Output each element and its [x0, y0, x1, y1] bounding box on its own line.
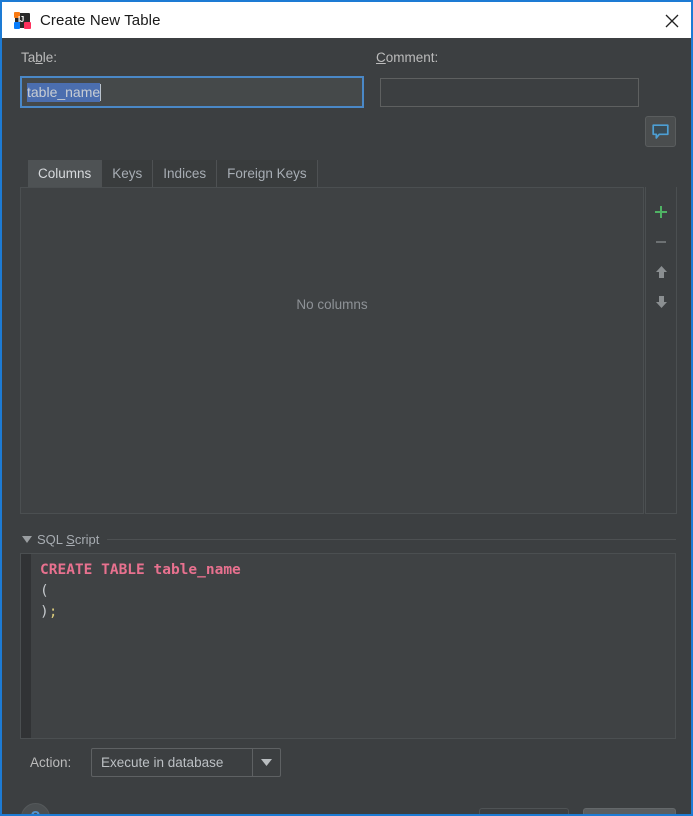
arrow-down-icon[interactable] — [647, 287, 675, 317]
action-dropdown[interactable]: Execute in database — [91, 748, 281, 777]
sql-line-1: CREATE TABLE table_name — [40, 562, 241, 578]
table-name-value: table_name — [27, 82, 101, 102]
title-bar: IJ Create New Table — [2, 0, 691, 40]
table-name-input[interactable]: table_name — [20, 76, 364, 108]
create-new-table-dialog: IJ Create New Table Table: Comment: tabl… — [0, 0, 693, 816]
comment-label: Comment: — [376, 50, 439, 65]
tab-indices[interactable]: Indices — [153, 160, 218, 187]
sql-line-3-paren: ) — [40, 604, 49, 620]
comment-input[interactable] — [380, 78, 639, 107]
close-icon[interactable] — [649, 2, 691, 40]
action-selected-value: Execute in database — [101, 755, 224, 770]
minus-icon — [647, 227, 675, 257]
comment-bubble-icon[interactable] — [645, 116, 676, 147]
tab-keys[interactable]: Keys — [102, 160, 154, 187]
tab-columns[interactable]: Columns — [28, 160, 103, 187]
dialog-body: Table: Comment: table_name Columns Keys … — [2, 38, 691, 814]
execute-button[interactable]: Execute — [479, 808, 569, 814]
tab-foreign-keys[interactable]: Foreign Keys — [217, 160, 318, 187]
sql-script-editor[interactable]: CREATE TABLE table_name (); — [20, 553, 676, 739]
collapse-triangle-icon[interactable] — [20, 535, 34, 543]
window-title: Create New Table — [40, 11, 161, 29]
chevron-down-icon[interactable] — [252, 749, 280, 776]
cancel-button[interactable]: Cancel — [583, 808, 676, 814]
intellij-idea-icon: IJ — [14, 11, 31, 29]
editor-gutter — [21, 554, 31, 738]
table-name-label: Table: — [21, 50, 58, 65]
sql-script-label: SQL Script — [37, 531, 100, 547]
columns-list-panel[interactable]: No columns — [20, 187, 644, 514]
sql-script-header: SQL Script — [20, 529, 676, 549]
sql-line-2: ( — [40, 583, 49, 599]
help-button[interactable]: ? — [21, 803, 50, 814]
empty-state-text: No columns — [296, 297, 368, 312]
plus-icon[interactable] — [647, 197, 675, 227]
action-label: Action: — [30, 755, 72, 770]
separator-line — [107, 538, 676, 540]
sql-line-3-semicolon: ; — [48, 604, 58, 620]
arrow-up-icon[interactable] — [647, 257, 675, 287]
text-caret — [100, 83, 102, 101]
columns-toolbar — [645, 187, 677, 514]
tab-bar: Columns Keys Indices Foreign Keys — [28, 160, 318, 187]
sql-code-text[interactable]: CREATE TABLE table_name (); — [31, 554, 675, 738]
